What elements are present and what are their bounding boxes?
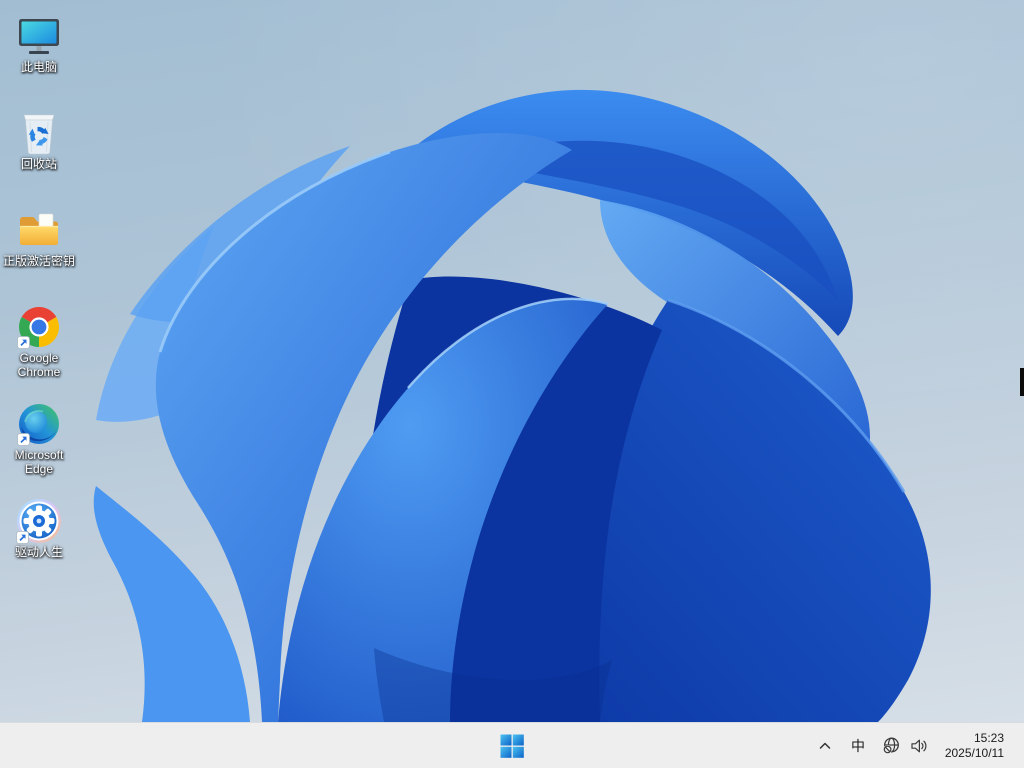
yellow-folder-icon bbox=[20, 213, 58, 245]
edge-logo-icon bbox=[17, 404, 59, 446]
chrome-logo-icon bbox=[17, 307, 59, 349]
icon-label: 回收站 bbox=[20, 157, 57, 171]
desktop-icon-this-pc[interactable]: 此电脑 bbox=[1, 8, 77, 105]
taskbar: 中 15:23 2025/10/11 bbox=[0, 722, 1024, 768]
taskbar-clock[interactable]: 15:23 2025/10/11 bbox=[938, 731, 1004, 761]
wallpaper-bloom bbox=[93, 89, 931, 722]
chevron-up-icon bbox=[819, 742, 831, 749]
clock-time: 15:23 bbox=[973, 730, 1004, 745]
icon-label: Google Chrome bbox=[17, 351, 61, 379]
system-tray: 中 15:23 2025/10/11 bbox=[810, 723, 1024, 768]
desktop-icon-recycle-bin[interactable]: 回收站 bbox=[1, 105, 77, 202]
icon-label: 驱动人生 bbox=[14, 545, 63, 559]
desktop-surface[interactable]: 此电脑 回收站 正版激活密钥 Google Chrome Microsoft E… bbox=[0, 0, 1024, 722]
desktop-icon-activation-key-folder[interactable]: 正版激活密钥 bbox=[1, 202, 77, 299]
tray-overflow-button[interactable] bbox=[810, 729, 840, 763]
desktop-icon-driver-life[interactable]: 驱动人生 bbox=[1, 493, 77, 590]
volume-button[interactable] bbox=[908, 729, 930, 763]
icon-label: Microsoft Edge bbox=[14, 448, 64, 476]
speaker-icon bbox=[911, 739, 927, 752]
icon-label: 正版激活密钥 bbox=[2, 254, 75, 268]
globe-no-internet-icon bbox=[882, 737, 899, 754]
desktop-icon-google-chrome[interactable]: Google Chrome bbox=[1, 299, 77, 396]
desktop-icon-microsoft-edge[interactable]: Microsoft Edge bbox=[1, 396, 77, 493]
this-pc-monitor-icon bbox=[19, 19, 59, 54]
right-edge-handle bbox=[1020, 368, 1024, 396]
start-button[interactable] bbox=[492, 726, 532, 766]
desktop-icon-grid: 此电脑 回收站 正版激活密钥 Google Chrome Microsoft E… bbox=[1, 8, 77, 590]
clock-date: 2025/10/11 bbox=[944, 745, 1004, 760]
ime-indicator[interactable]: 中 bbox=[846, 729, 870, 763]
icon-label: 此电脑 bbox=[20, 60, 57, 74]
network-button[interactable] bbox=[880, 729, 902, 763]
driver-life-gear-icon bbox=[16, 499, 61, 544]
recycle-bin-icon bbox=[23, 114, 55, 155]
windows-logo-icon bbox=[500, 734, 524, 758]
